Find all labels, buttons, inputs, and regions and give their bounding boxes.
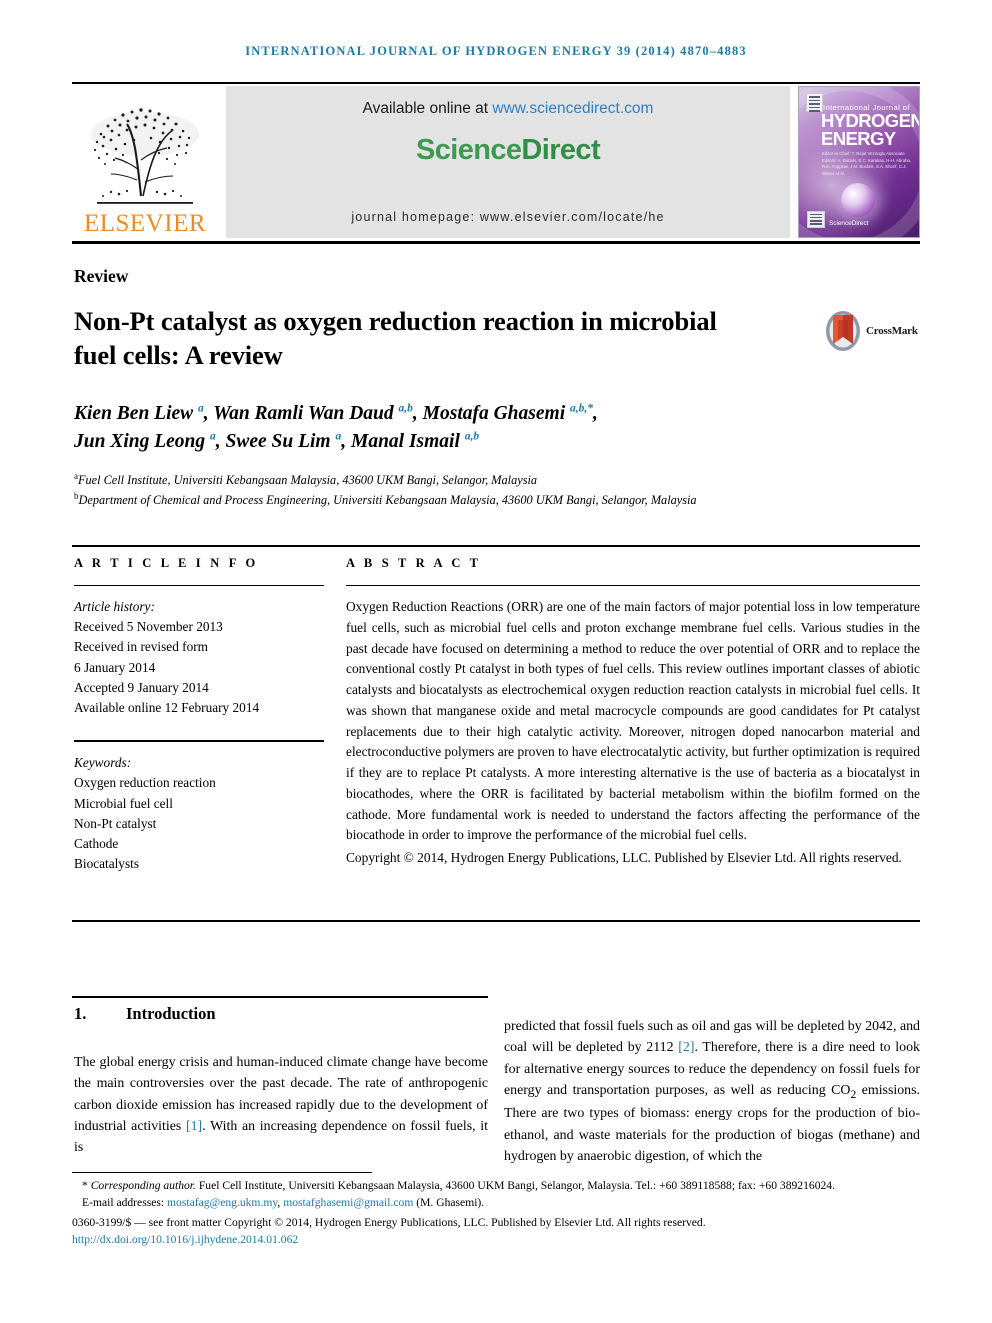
sciencedirect-logo-science: Science (415, 134, 522, 166)
email-link-1[interactable]: mostafag@eng.ukm.my (167, 1196, 277, 1209)
footnote-rule (72, 1172, 372, 1173)
masthead-bottom-rule (72, 241, 920, 244)
corresponding-author-note: * Corresponding author. Fuel Cell Instit… (72, 1178, 922, 1195)
footnotes: * Corresponding author. Fuel Cell Instit… (72, 1178, 922, 1249)
affiliations: aFuel Cell Institute, Universiti Kebangs… (74, 470, 864, 510)
abstract-body: Oxygen Reduction Reactions (ORR) are one… (346, 599, 920, 843)
elsevier-tree-icon (91, 108, 199, 204)
cover-sciencedirect-tag: ScienceDirect (829, 220, 869, 227)
keyword-item: Oxygen reduction reaction (74, 775, 216, 791)
keyword-item: Cathode (74, 836, 119, 852)
sciencedirect-logo-direct: Direct (521, 134, 601, 166)
article-history-label: Article history: (74, 599, 155, 614)
citation-ref-1[interactable]: [1] (186, 1119, 202, 1134)
sciencedirect-logo: ScienceDirect (415, 134, 601, 167)
affiliation-a: aFuel Cell Institute, Universiti Kebangs… (74, 470, 864, 490)
page-title: Non-Pt catalyst as oxygen reduction reac… (74, 306, 717, 371)
introduction-number: 1. (74, 1004, 87, 1023)
article-info-column: A R T I C L E I N F O Article history: R… (74, 556, 324, 874)
body-column-right: predicted that fossil fuels such as oil … (504, 1016, 920, 1167)
body-column-left: 1. Introduction The global energy crisis… (74, 1002, 488, 1158)
available-online-text: Available online at www.sciencedirect.co… (363, 100, 654, 118)
history-item: Available online 12 February 2014 (74, 700, 260, 716)
email-note: E-mail addresses: mostafag@eng.ukm.my, m… (82, 1195, 485, 1209)
keyword-item: Biocatalysts (74, 856, 139, 872)
introduction-title: Introduction (126, 1004, 216, 1023)
crossmark-icon (824, 310, 862, 352)
legal-line: 0360-3199/$ — see front matter Copyright… (72, 1215, 706, 1229)
citation-ref-2[interactable]: [2] (678, 1040, 694, 1055)
history-item: Accepted 9 January 2014 (74, 679, 209, 695)
article-info-rule (74, 585, 324, 586)
journal-homepage-link[interactable]: journal homepage: www.elsevier.com/locat… (226, 210, 790, 224)
abstract-copyright: Copyright © 2014, Hydrogen Energy Public… (346, 850, 902, 866)
crossmark-badge[interactable]: CrossMark (824, 308, 920, 354)
sciencedirect-banner: Available online at www.sciencedirect.co… (226, 86, 790, 238)
elsevier-wordmark: ELSEVIER (83, 210, 207, 237)
elsevier-logo: ELSEVIER (72, 86, 218, 238)
info-section-bottom-rule (72, 920, 920, 922)
email-label: E-mail addresses: (82, 1195, 165, 1209)
crossmark-label: CrossMark (866, 325, 918, 337)
article-type-label: Review (74, 266, 129, 286)
cover-editors: Editor-in-Chief: T. Nejat Veziroglu Asso… (822, 151, 912, 176)
author-affil-marker: a,b (464, 430, 480, 443)
corresponding-marker: * (82, 1179, 88, 1192)
introduction-top-rule (72, 996, 488, 998)
history-item: 6 January 2014 (74, 659, 156, 675)
cover-title-line2: ENERGY (821, 128, 896, 149)
abstract-rule (346, 585, 920, 586)
article-history-block: Article history: Received 5 November 201… (74, 597, 324, 718)
available-online-prefix: Available online at (362, 100, 493, 117)
doi-link[interactable]: http://dx.doi.org/10.1016/j.ijhydene.201… (72, 1232, 922, 1249)
abstract-heading: A B S T R A C T (346, 556, 482, 570)
crossmark-glyph-icon (826, 311, 860, 351)
introduction-paragraph-right: predicted that fossil fuels such as oil … (504, 1019, 921, 1164)
journal-article-page: INTERNATIONAL JOURNAL OF HYDROGEN ENERGY… (0, 0, 992, 1323)
keyword-item: Microbial fuel cell (74, 795, 173, 811)
email-suffix: (M. Ghasemi). (416, 1195, 485, 1209)
author-list: Kien Ben Liew a, Wan Ramli Wan Daud a,b,… (74, 402, 598, 452)
sciencedirect-url-link[interactable]: www.sciencedirect.com (492, 100, 653, 117)
masthead-top-rule (72, 82, 920, 84)
journal-cover-thumbnail: International Journal of HYDROGEN ENERGY… (798, 86, 920, 238)
info-section-top-rule (72, 545, 920, 547)
keywords-block: Keywords: Oxygen reduction reaction Micr… (74, 753, 324, 874)
corresponding-author-text: Fuel Cell Institute, Universiti Kebangsa… (195, 1179, 835, 1192)
cover-footer: ScienceDirect (807, 211, 911, 228)
affiliation-a-text: Fuel Cell Institute, Universiti Kebangsa… (78, 473, 538, 488)
author-affil-marker: a (335, 430, 342, 443)
keywords-label: Keywords: (74, 755, 132, 771)
affiliation-b-text: Department of Chemical and Process Engin… (78, 493, 697, 508)
keyword-item: Non-Pt catalyst (74, 815, 157, 831)
history-item: Received 5 November 2013 (74, 619, 223, 635)
history-item: Received in revised form (74, 639, 209, 655)
article-info-heading: A R T I C L E I N F O (74, 556, 259, 570)
author-affil-marker: a,b (398, 402, 413, 415)
introduction-heading: 1. Introduction (74, 1004, 488, 1024)
abstract-column: A B S T R A C T Oxygen Reduction Reactio… (346, 556, 920, 869)
corresponding-author-label: Corresponding author. (90, 1179, 196, 1192)
introduction-paragraph-left: The global energy crisis and human-induc… (74, 1055, 489, 1156)
author-affil-marker: a (198, 402, 204, 415)
keywords-rule (74, 740, 324, 743)
cover-footer-mark-icon (807, 211, 825, 228)
affiliation-b: bDepartment of Chemical and Process Engi… (74, 490, 864, 510)
masthead: ELSEVIER Available online at www.science… (72, 86, 920, 238)
email-link-2[interactable]: mostafghasemi@gmail.com (283, 1196, 413, 1209)
author-affil-marker: a (210, 430, 216, 443)
running-head: INTERNATIONAL JOURNAL OF HYDROGEN ENERGY… (245, 44, 747, 58)
author-affil-marker: a,b,* (570, 402, 593, 415)
